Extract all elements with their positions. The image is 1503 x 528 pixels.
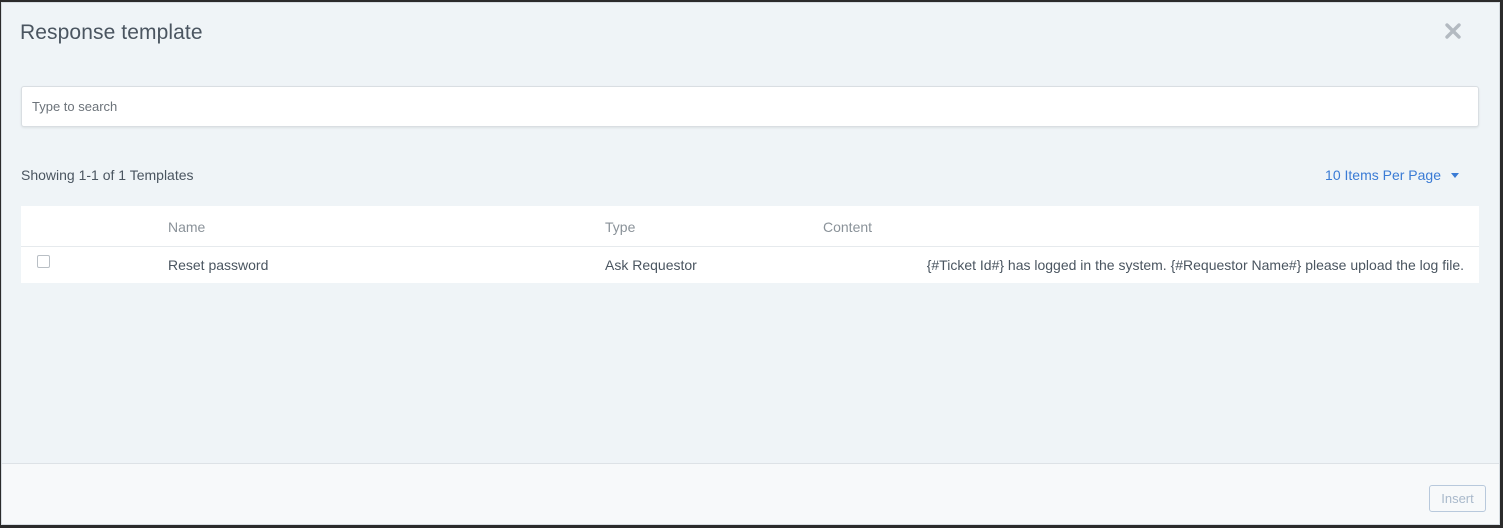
- caret-down-icon: [1451, 173, 1459, 178]
- dialog-footer: Insert: [2, 463, 1499, 524]
- column-header-name[interactable]: Name: [168, 219, 205, 235]
- templates-table: Name Type Content Reset password Ask Req…: [21, 206, 1479, 283]
- row-type: Ask Requestor: [605, 257, 697, 273]
- dialog-title: Response template: [20, 21, 203, 44]
- close-icon[interactable]: [1443, 21, 1463, 41]
- items-per-page-label: 10 Items Per Page: [1325, 167, 1441, 183]
- row-content: {#Ticket Id#} has logged in the system. …: [926, 257, 1464, 273]
- insert-button[interactable]: Insert: [1429, 485, 1486, 512]
- row-name: Reset password: [168, 257, 269, 273]
- items-per-page-dropdown[interactable]: 10 Items Per Page: [1325, 167, 1459, 183]
- search-input[interactable]: [21, 86, 1479, 127]
- table-header: Name Type Content: [21, 206, 1479, 247]
- pagination-summary: Showing 1-1 of 1 Templates: [21, 167, 194, 183]
- response-template-dialog: Response template Showing 1-1 of 1 Templ…: [1, 2, 1500, 525]
- row-checkbox[interactable]: [37, 255, 50, 268]
- table-row[interactable]: Reset password Ask Requestor {#Ticket Id…: [21, 247, 1479, 283]
- column-header-content[interactable]: Content: [823, 219, 872, 235]
- column-header-type[interactable]: Type: [605, 219, 635, 235]
